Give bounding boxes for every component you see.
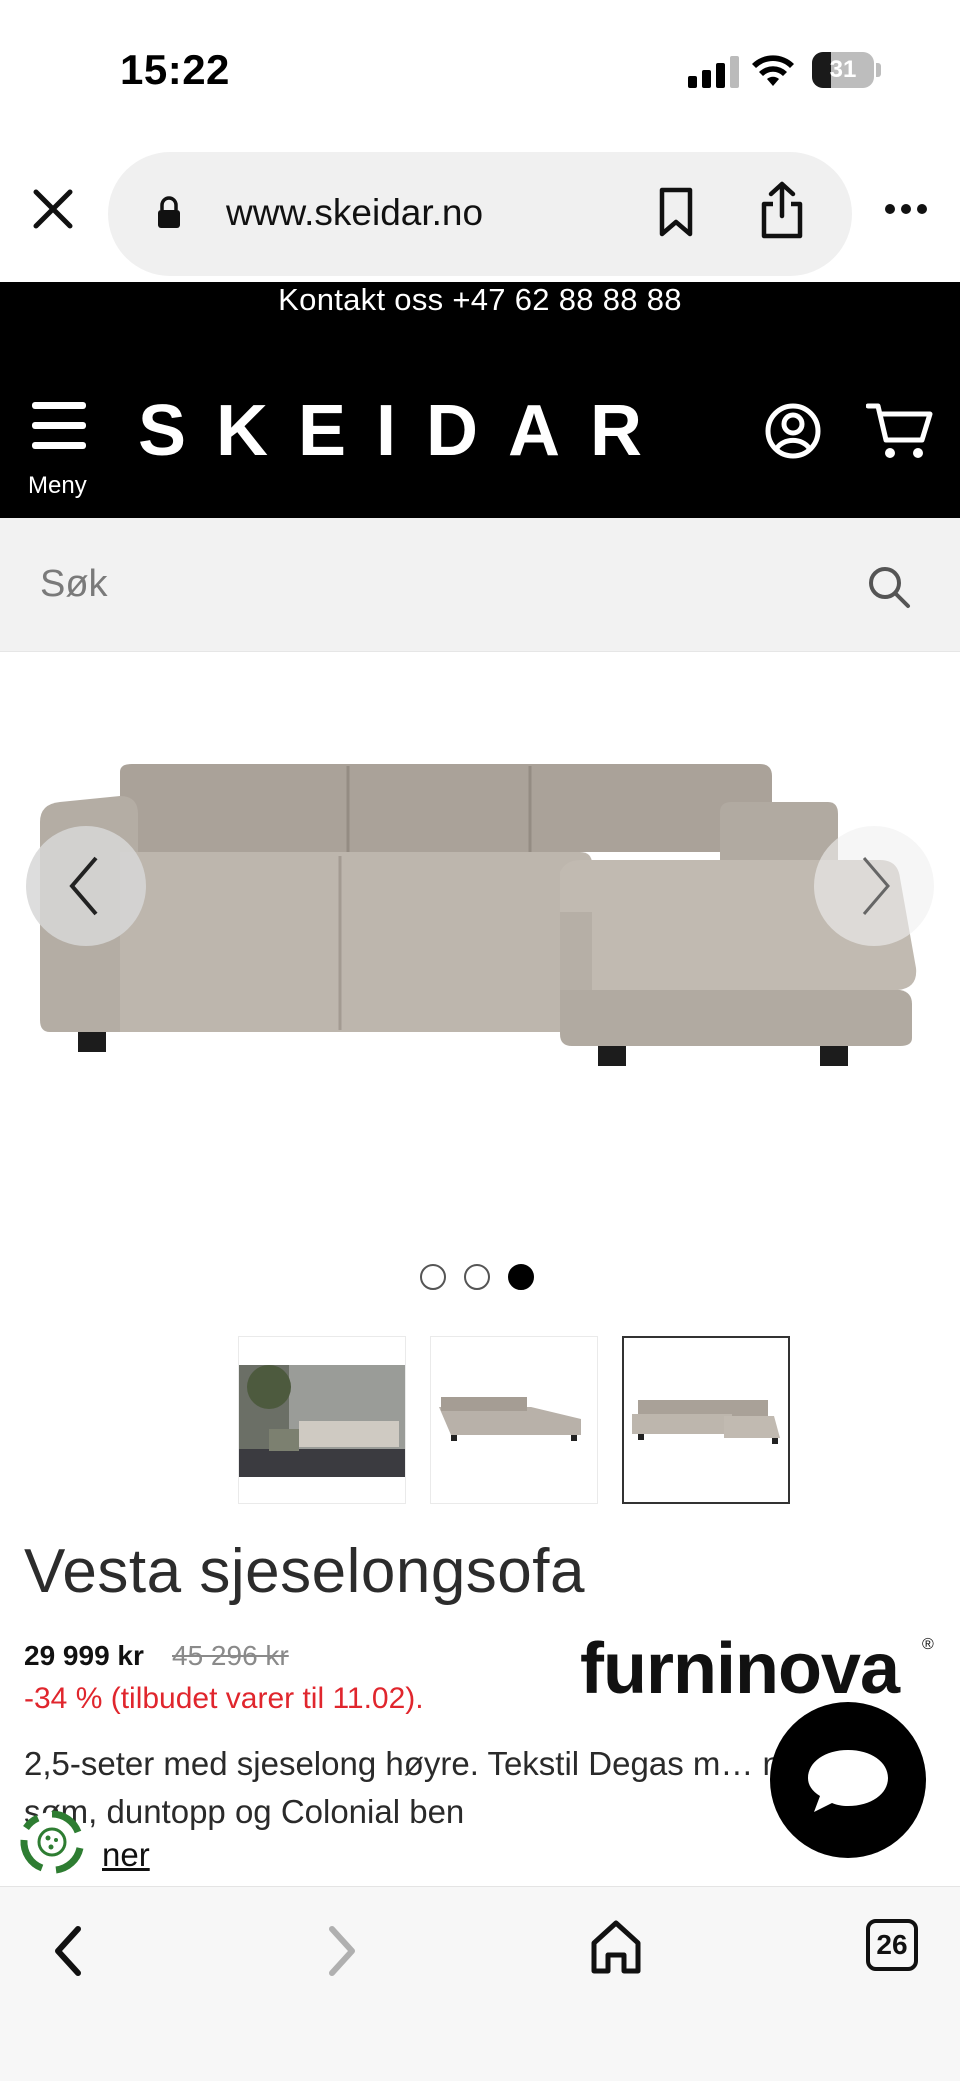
close-icon[interactable] <box>28 184 78 234</box>
next-image-button[interactable] <box>814 826 934 946</box>
product-price: 29 999 kr <box>24 1640 144 1671</box>
product-image[interactable] <box>20 752 920 1072</box>
status-bar: 15:22 31 <box>0 0 960 140</box>
discount-text: -34 % (tilbudet varer til 11.02). <box>24 1682 424 1715</box>
product-title: Vesta sjeselongsofa <box>24 1537 585 1606</box>
contact-phone[interactable]: Kontakt oss +47 62 88 88 88 <box>0 282 960 318</box>
chat-button[interactable] <box>770 1702 926 1858</box>
forward-button[interactable] <box>320 1921 364 1981</box>
brand-logo: furninova <box>580 1629 900 1709</box>
cart-icon[interactable] <box>866 400 934 462</box>
battery-indicator: 31 <box>812 52 874 88</box>
carousel-dots <box>420 1264 540 1290</box>
thumbnail-sofa-side-image <box>439 1397 581 1441</box>
previous-image-button[interactable] <box>26 826 146 946</box>
brand-registered-mark: ® <box>922 1636 934 1653</box>
battery-level: 31 <box>829 56 857 83</box>
chevron-right-icon <box>862 857 890 915</box>
thumbnail-1[interactable] <box>238 1336 406 1504</box>
chat-icon <box>808 1750 888 1812</box>
product-old-price: 45 296 kr <box>172 1640 289 1671</box>
home-icon[interactable] <box>588 1917 644 1977</box>
carousel-dot-1[interactable] <box>420 1264 446 1290</box>
product-gallery <box>0 652 960 1312</box>
hamburger-icon <box>32 402 86 409</box>
site-header: Kontakt oss +47 62 88 88 88 Meny SKEIDAR <box>0 282 960 518</box>
cellular-signal-icon <box>688 54 740 88</box>
thumbnail-2[interactable] <box>430 1336 598 1504</box>
wifi-icon <box>752 55 794 86</box>
thumbnail-room-image <box>239 1365 405 1477</box>
thumbnail-sofa-front-image <box>632 1400 780 1444</box>
search-bar <box>0 518 960 652</box>
thumbnail-3[interactable] <box>622 1336 790 1504</box>
page: 15:22 31 www.skeidar.no Kontakt oss +47 … <box>0 0 960 2081</box>
menu-label: Meny <box>28 472 87 499</box>
chevron-left-icon <box>69 856 98 916</box>
address-bar[interactable]: www.skeidar.no <box>108 152 852 276</box>
menu-button[interactable]: Meny <box>28 402 98 502</box>
share-icon[interactable] <box>758 180 806 240</box>
carousel-dot-3[interactable] <box>508 1264 534 1290</box>
url-text: www.skeidar.no <box>226 192 484 233</box>
back-button[interactable] <box>46 1921 90 1981</box>
more-icon[interactable] <box>884 202 928 216</box>
search-icon[interactable] <box>866 564 912 610</box>
status-time: 15:22 <box>120 46 230 93</box>
carousel-dot-2[interactable] <box>464 1264 490 1290</box>
lock-icon <box>158 196 180 228</box>
account-icon[interactable] <box>764 402 822 460</box>
search-input[interactable] <box>40 556 840 612</box>
browser-toolbar: 26 <box>0 1886 960 2081</box>
cookie-consent-icon[interactable] <box>16 1806 88 1878</box>
thumbnail-strip <box>238 1336 790 1504</box>
battery-nub <box>876 63 881 77</box>
bookmark-icon[interactable] <box>656 186 696 238</box>
browser-url-row: www.skeidar.no <box>0 140 960 282</box>
site-logo[interactable]: SKEIDAR <box>138 390 672 472</box>
tabs-button[interactable]: 26 <box>866 1919 918 1971</box>
